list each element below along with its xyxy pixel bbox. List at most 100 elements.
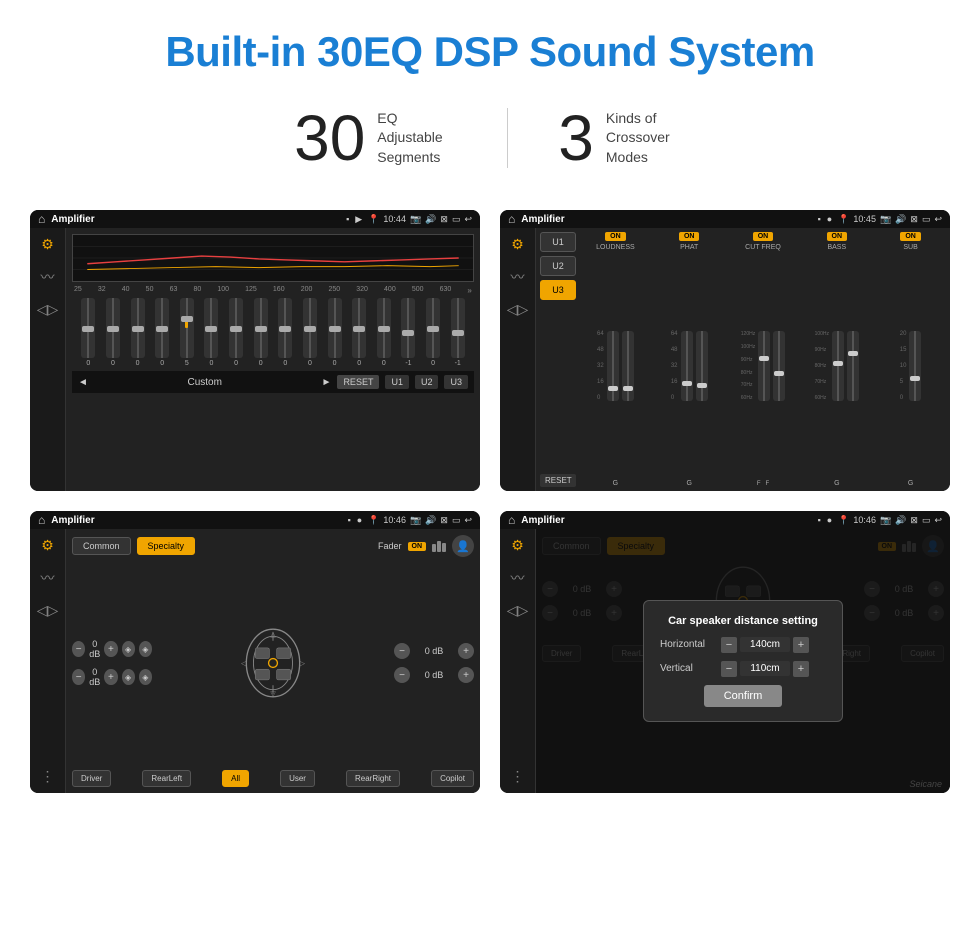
rearleft-btn[interactable]: RearLeft	[142, 770, 191, 787]
amp-bt-icon[interactable]: ⋮	[41, 768, 55, 785]
db-plus-0[interactable]: +	[104, 641, 117, 657]
crossover-main: U1 U2 U3 RESET ON LOUDNESS 64	[536, 228, 950, 491]
eq-side-panel: ⚙ 〰 ◁▷	[30, 228, 66, 491]
ch-sub: ON SUB 20151050 G	[875, 232, 946, 487]
eq-wave-icon[interactable]: 〰	[41, 267, 55, 287]
crossover-tune-icon[interactable]: ⚙	[511, 236, 524, 253]
all-btn[interactable]: All	[222, 770, 249, 787]
amp-wave-icon[interactable]: 〰	[41, 568, 55, 588]
svg-text:△: △	[270, 631, 276, 639]
driver-btn[interactable]: Driver	[72, 770, 111, 787]
fader-label: Fader	[378, 541, 402, 551]
eq-vol-icon[interactable]: ◁▷	[37, 301, 59, 318]
ch-phat: ON PHAT 644832160 G	[654, 232, 725, 487]
eq-slider-2: 0	[131, 298, 145, 367]
user-icon[interactable]: 👤	[452, 535, 474, 557]
db-val-0: 0 dB	[89, 639, 100, 659]
horizontal-value: 140cm	[740, 637, 790, 652]
ch-cutfreq: ON CUT FREQ 120Hz100Hz90Hz80Hz70Hz60Hz F…	[728, 232, 799, 487]
crossover-u1-btn[interactable]: U1	[540, 232, 576, 252]
user-btn[interactable]: User	[280, 770, 315, 787]
amp-dialog-side-panel: ⚙ 〰 ◁▷ ⋮	[500, 529, 536, 792]
amp-specialty-btn[interactable]: Specialty	[137, 537, 196, 555]
confirm-button[interactable]: Confirm	[704, 685, 783, 707]
dialog-overlay: Car speaker distance setting Horizontal …	[536, 529, 950, 792]
vertical-minus-btn[interactable]: −	[721, 661, 737, 677]
db-minus-3[interactable]: −	[394, 667, 410, 683]
amp-main: Common Specialty Fader ON 👤	[66, 529, 480, 792]
speaker-icon-3: ◈	[139, 669, 152, 685]
svg-text:▷: ▷	[300, 660, 306, 668]
eq-next-btn[interactable]: ►	[322, 377, 332, 388]
eq-slider-12: 0	[377, 298, 391, 367]
amp-dialog-body: ⚙ 〰 ◁▷ ⋮ Common Specialty ON	[500, 529, 950, 792]
amp-dialog-tune-icon[interactable]: ⚙	[511, 537, 524, 554]
db-val-1: 0 dB	[89, 667, 100, 687]
rearright-btn[interactable]: RearRight	[346, 770, 400, 787]
eq-slider-0: 0	[81, 298, 95, 367]
crossover-u3-btn[interactable]: U3	[540, 280, 576, 300]
amp-common-btn[interactable]: Common	[72, 537, 131, 555]
eq-play-icon: ▶	[355, 214, 362, 225]
eq-screen: ⌂ Amplifier ▪ ▶ 📍 10:44 📷 🔊 ⊠ ▭ ↩ ⚙ 〰 ◁▷	[30, 210, 480, 491]
eq-u3-btn[interactable]: U3	[444, 375, 468, 389]
db-plus-1[interactable]: +	[104, 669, 117, 685]
speaker-icon-1: ◈	[139, 641, 152, 657]
crossover-desc: Kinds ofCrossover Modes	[606, 109, 686, 168]
db-val-2: 0 dB	[414, 646, 454, 656]
amp-vol-icon[interactable]: ◁▷	[37, 602, 59, 619]
db-plus-2[interactable]: +	[458, 643, 474, 659]
eq-slider-11: 0	[352, 298, 366, 367]
eq-graph-svg	[73, 235, 473, 281]
speaker-distance-dialog: Car speaker distance setting Horizontal …	[643, 600, 843, 722]
amplifier-dialog-screen: ⌂ Amplifier ▪ ● 📍 10:46 📷 🔊 ⊠ ▭ ↩ ⚙ 〰 ◁▷…	[500, 511, 950, 792]
fader-bars	[432, 541, 446, 552]
eq-freq-labels: 2532405063 80100125160200 25032040050063…	[72, 286, 474, 295]
amp-dialog-bt-icon[interactable]: ⋮	[511, 768, 525, 785]
horizontal-plus-btn[interactable]: +	[793, 637, 809, 653]
eq-sliders: 0 0 0 0 5	[72, 297, 474, 367]
amp-dialog-main: Common Specialty ON 👤	[536, 529, 950, 792]
horizontal-minus-btn[interactable]: −	[721, 637, 737, 653]
eq-status-icons: 📍 10:44 📷 🔊 ⊠ ▭ ↩	[368, 214, 472, 225]
eq-reset-btn[interactable]: RESET	[337, 375, 379, 389]
vertical-plus-btn[interactable]: +	[793, 661, 809, 677]
eq-u2-btn[interactable]: U2	[415, 375, 439, 389]
horizontal-label: Horizontal	[660, 639, 715, 650]
db-plus-3[interactable]: +	[458, 667, 474, 683]
amp-screen-body: ⚙ 〰 ◁▷ ⋮ Common Specialty Fader ON	[30, 529, 480, 792]
eq-slider-8: 0	[278, 298, 292, 367]
svg-text:◁: ◁	[241, 660, 247, 668]
amplifier-screen: ⌂ Amplifier ▪ ● 📍 10:46 📷 🔊 ⊠ ▭ ↩ ⚙ 〰 ◁▷…	[30, 511, 480, 792]
db-minus-1[interactable]: −	[72, 669, 85, 685]
eq-slider-6: 0	[229, 298, 243, 367]
ch-loudness: ON LOUDNESS 644832160 G	[580, 232, 651, 487]
eq-screen-body: ⚙ 〰 ◁▷	[30, 228, 480, 491]
eq-slider-9: 0	[303, 298, 317, 367]
crossover-vol-icon[interactable]: ◁▷	[507, 301, 529, 318]
amp-dialog-wave-icon[interactable]: 〰	[511, 568, 525, 588]
crossover-u2-btn[interactable]: U2	[540, 256, 576, 276]
page-title: Built-in 30EQ DSP Sound System	[20, 28, 960, 76]
eq-prev-btn[interactable]: ◄	[78, 377, 88, 388]
eq-u1-btn[interactable]: U1	[385, 375, 409, 389]
eq-slider-15: -1	[451, 298, 465, 367]
eq-slider-5: 0	[204, 298, 218, 367]
amp-dialog-vol-icon[interactable]: ◁▷	[507, 602, 529, 619]
db-row-2: − 0 dB +	[394, 643, 474, 659]
amp-left-controls: − 0 dB + ◈ ◈ − 0 dB + ◈ ◈	[72, 639, 152, 687]
eq-slider-7: 0	[254, 298, 268, 367]
crossover-time: 10:45	[853, 214, 876, 224]
crossover-channels: ON LOUDNESS 644832160 G ON	[580, 232, 946, 487]
eq-tune-icon[interactable]: ⚙	[41, 236, 54, 253]
amp-tune-icon[interactable]: ⚙	[41, 537, 54, 554]
crossover-presets: U1 U2 U3 RESET	[540, 232, 576, 487]
copilot-btn[interactable]: Copilot	[431, 770, 474, 787]
db-minus-0[interactable]: −	[72, 641, 85, 657]
crossover-reset-btn[interactable]: RESET	[540, 474, 576, 487]
db-minus-2[interactable]: −	[394, 643, 410, 659]
eq-slider-3: 0	[155, 298, 169, 367]
crossover-wave-icon[interactable]: 〰	[511, 267, 525, 287]
amp-side-panel: ⚙ 〰 ◁▷ ⋮	[30, 529, 66, 792]
db-val-3: 0 dB	[414, 670, 454, 680]
